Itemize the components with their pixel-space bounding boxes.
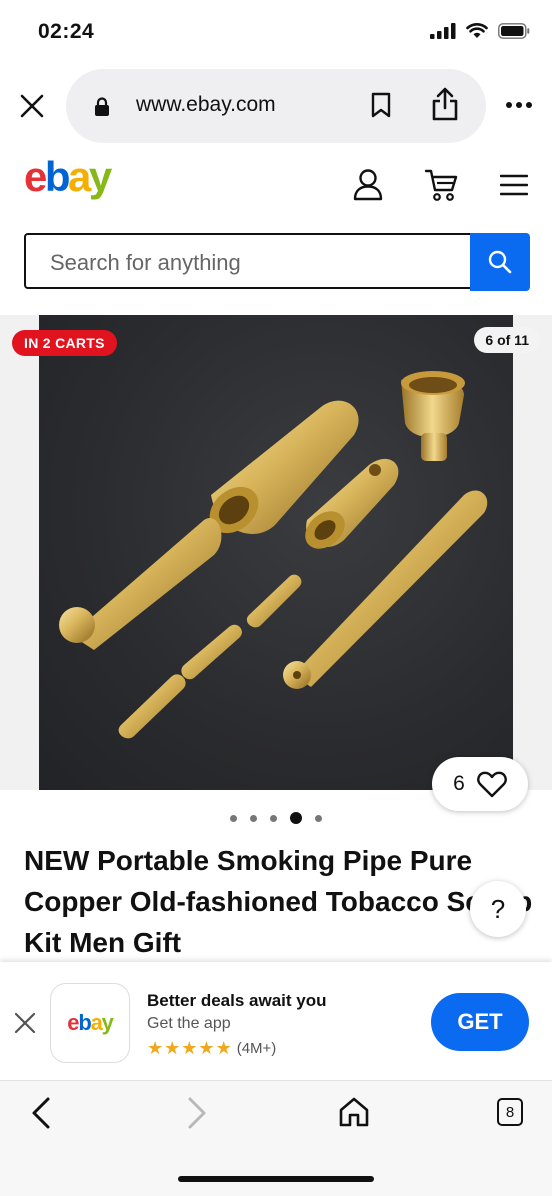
- logo-letter-y: y: [88, 153, 112, 200]
- heart-icon: [477, 771, 507, 797]
- back-icon[interactable]: [30, 1096, 52, 1130]
- star-icon: ★: [181, 1038, 198, 1058]
- star-icon: ★: [147, 1038, 164, 1058]
- share-icon[interactable]: [430, 86, 460, 122]
- lock-icon: [95, 97, 109, 116]
- address-bar[interactable]: [66, 69, 486, 143]
- battery-icon: [498, 22, 530, 39]
- search-input[interactable]: Search for anything: [50, 250, 241, 276]
- banner-title: Better deals await you: [147, 991, 327, 1010]
- listing-title: NEW Portable Smoking Pipe Pure Copper Ol…: [24, 845, 533, 958]
- bookmark-icon[interactable]: [370, 92, 392, 118]
- rating-count: (4M+): [236, 1039, 277, 1057]
- search-button[interactable]: [470, 233, 530, 291]
- watch-count: 6: [453, 772, 465, 795]
- pagination-dot-active[interactable]: [290, 812, 302, 824]
- brass-pipe-parts-illustration: [59, 371, 488, 739]
- search-icon: [488, 250, 512, 274]
- status-time: 02:24: [38, 20, 95, 43]
- pagination-dot[interactable]: [270, 814, 277, 822]
- logo-letter-a: a: [68, 153, 91, 200]
- close-icon[interactable]: [18, 92, 46, 120]
- ebay-app-icon: ebay: [50, 983, 130, 1063]
- app-icon-letter-a: a: [90, 1010, 103, 1035]
- home-icon[interactable]: [338, 1096, 370, 1128]
- star-icon: ★: [215, 1038, 232, 1058]
- tabs-button[interactable]: 8: [497, 1098, 523, 1126]
- pagination-dot[interactable]: [315, 814, 322, 822]
- ebay-logo[interactable]: ebay: [24, 153, 112, 200]
- user-account-icon[interactable]: [352, 168, 384, 202]
- star-icon: ★: [198, 1038, 215, 1058]
- wifi-icon: [466, 23, 488, 38]
- app-rating: ★ ★ ★ ★ ★ (4M+): [147, 1039, 276, 1057]
- product-image[interactable]: [39, 315, 513, 790]
- app-icon-letter-e: e: [67, 1010, 79, 1035]
- banner-subtitle: Get the app: [147, 1015, 231, 1032]
- get-app-button[interactable]: GET: [431, 993, 529, 1051]
- cellular-signal-icon: [430, 22, 456, 39]
- image-pagination-dots: [0, 812, 552, 824]
- app-icon-letter-y: y: [101, 1010, 114, 1035]
- cart-icon[interactable]: [424, 168, 460, 202]
- url-text[interactable]: www.ebay.com: [136, 93, 276, 117]
- image-counter: 6 of 11: [474, 327, 540, 353]
- in-carts-badge: IN 2 CARTS: [12, 330, 117, 356]
- logo-letter-e: e: [24, 153, 47, 200]
- app-icon-letter-b: b: [78, 1010, 91, 1035]
- logo-letter-b: b: [44, 153, 71, 200]
- pagination-dot[interactable]: [250, 814, 257, 822]
- home-indicator: [178, 1176, 374, 1182]
- status-icons: [430, 22, 530, 39]
- close-icon[interactable]: [14, 1012, 36, 1034]
- star-icon: ★: [164, 1038, 181, 1058]
- pagination-dot[interactable]: [230, 814, 237, 822]
- forward-icon[interactable]: [186, 1096, 208, 1130]
- help-button[interactable]: ?: [470, 881, 526, 937]
- menu-icon[interactable]: [500, 174, 528, 196]
- more-options-icon[interactable]: [506, 101, 532, 109]
- watch-button[interactable]: 6: [432, 757, 528, 811]
